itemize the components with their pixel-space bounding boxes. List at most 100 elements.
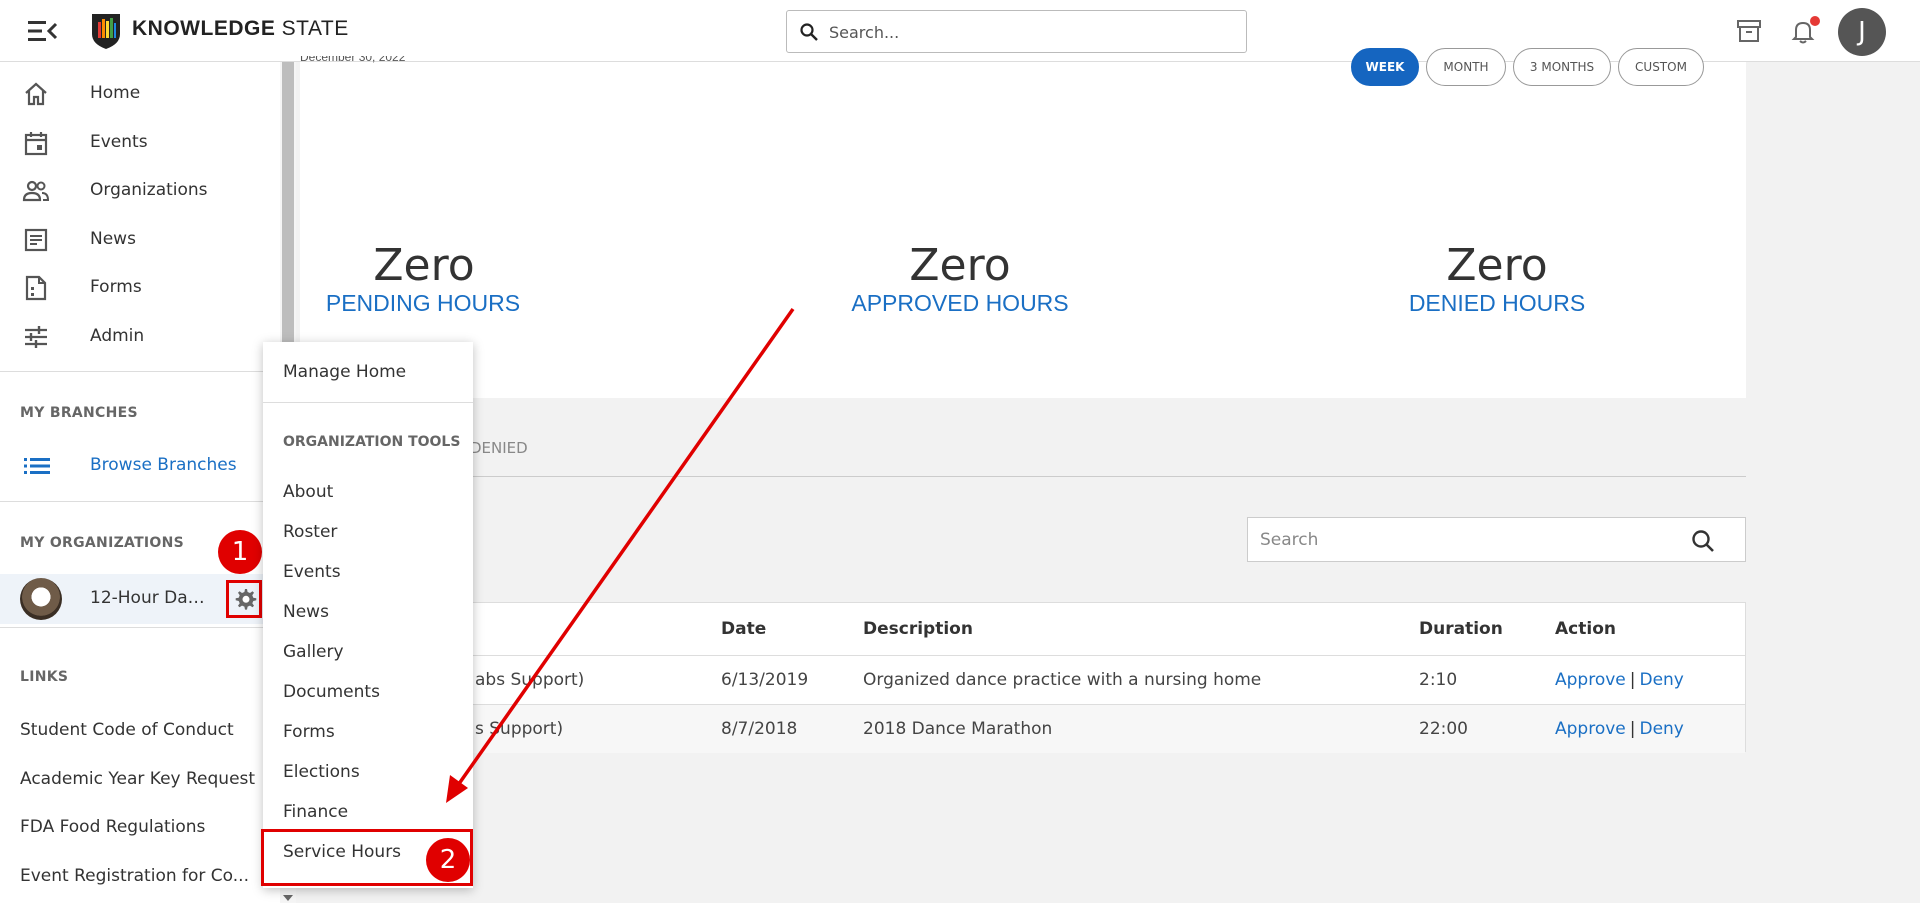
table-search[interactable] xyxy=(1247,517,1746,562)
menu-item-roster[interactable]: Roster xyxy=(283,522,337,542)
link-fda-food[interactable]: FDA Food Regulations xyxy=(20,817,260,837)
row-name-cell: s Support) xyxy=(475,719,564,739)
range-month-button[interactable]: MONTH xyxy=(1426,48,1506,86)
row-duration-cell: 22:00 xyxy=(1419,719,1468,739)
organization-avatar xyxy=(20,578,62,620)
sidebar-item-label: Organizations xyxy=(90,180,208,200)
sidebar-item-label: Events xyxy=(90,132,148,152)
action-separator: | xyxy=(1629,670,1636,690)
browse-branches-label: Browse Branches xyxy=(90,455,237,475)
range-week-button[interactable]: WEEK xyxy=(1351,48,1419,86)
row-description-cell: Organized dance practice with a nursing … xyxy=(863,670,1262,690)
brand-name[interactable]: KNOWLEDGE STATE xyxy=(132,17,349,41)
org-tools-heading: ORGANIZATION TOOLS xyxy=(283,434,461,450)
approve-link[interactable]: Approve xyxy=(1555,719,1626,739)
links-heading: LINKS xyxy=(20,669,69,685)
sidebar: Home Events Organizations News Forms Adm… xyxy=(0,62,280,903)
row-description-cell: 2018 Dance Marathon xyxy=(863,719,1053,739)
browse-branches-link[interactable]: Browse Branches xyxy=(0,446,280,486)
sidebar-item-label: Home xyxy=(90,83,141,103)
search-icon[interactable] xyxy=(1690,528,1716,554)
column-header-date: Date xyxy=(721,619,767,639)
row-name-cell: abs Support) xyxy=(475,670,585,690)
menu-divider xyxy=(263,402,473,403)
table-row: s Support) 8/7/2018 2018 Dance Marathon … xyxy=(301,704,1745,753)
global-search-input[interactable] xyxy=(829,19,1229,45)
user-avatar[interactable]: J xyxy=(1838,8,1886,56)
range-custom-button[interactable]: CUSTOM xyxy=(1618,48,1704,86)
forms-icon xyxy=(25,275,47,301)
organization-name: 12-Hour Dance Marathon xyxy=(90,588,215,608)
link-key-request[interactable]: Academic Year Key Request xyxy=(20,769,260,789)
my-organizations-heading: MY ORGANIZATIONS xyxy=(20,535,185,551)
step-badge-2: 2 xyxy=(426,838,470,882)
denied-hours-label: DENIED HOURS xyxy=(1408,290,1586,316)
tab-denied[interactable]: DENIED xyxy=(470,439,528,457)
row-duration-cell: 2:10 xyxy=(1419,670,1458,690)
deny-link[interactable]: Deny xyxy=(1639,670,1683,690)
row-date-cell: 6/13/2019 xyxy=(721,670,809,690)
action-separator: | xyxy=(1629,719,1636,739)
menu-item-forms[interactable]: Forms xyxy=(283,722,335,742)
search-icon xyxy=(800,23,818,41)
sidebar-divider xyxy=(0,627,280,628)
sidebar-item-organizations[interactable]: Organizations xyxy=(0,167,280,215)
menu-item-finance[interactable]: Finance xyxy=(283,802,348,822)
sidebar-item-label: Admin xyxy=(90,326,145,346)
brand-logo-icon[interactable] xyxy=(90,12,122,50)
column-header-action: Action xyxy=(1555,619,1616,639)
menu-item-news[interactable]: News xyxy=(283,602,329,622)
pending-hours-value: Zero xyxy=(373,240,475,291)
link-event-registration[interactable]: Event Registration for Co... xyxy=(20,866,260,886)
approve-link[interactable]: Approve xyxy=(1555,670,1626,690)
calendar-icon xyxy=(24,132,48,156)
sidebar-divider xyxy=(0,501,280,502)
gear-icon xyxy=(235,589,257,610)
tabs-underline xyxy=(300,476,1746,477)
org-tools-dropdown: Manage Home ORGANIZATION TOOLS About Ros… xyxy=(263,342,473,888)
menu-collapse-icon[interactable] xyxy=(28,19,58,43)
sidebar-item-forms[interactable]: Forms xyxy=(0,264,280,312)
org-settings-gear-button[interactable] xyxy=(226,580,262,618)
denied-hours-value: Zero xyxy=(1446,240,1548,291)
my-branches-heading: MY BRANCHES xyxy=(20,405,138,421)
global-search[interactable] xyxy=(786,10,1247,53)
menu-item-manage-home[interactable]: Manage Home xyxy=(283,362,406,382)
sidebar-divider xyxy=(0,371,280,372)
approved-hours-label: APPROVED HOURS xyxy=(851,290,1069,316)
home-icon xyxy=(25,82,47,106)
row-date-cell: 8/7/2018 xyxy=(721,719,798,739)
link-student-code[interactable]: Student Code of Conduct xyxy=(20,720,260,740)
step-badge-1: 1 xyxy=(218,530,262,574)
menu-item-gallery[interactable]: Gallery xyxy=(283,642,344,662)
news-icon xyxy=(24,228,48,252)
range-3-months-button[interactable]: 3 MONTHS xyxy=(1513,48,1611,86)
table-row: abs Support) 6/13/2019 Organized dance p… xyxy=(301,655,1745,704)
brand-bold: KNOWLEDGE xyxy=(132,17,276,40)
sidebar-item-events[interactable]: Events xyxy=(0,119,280,167)
sidebar-item-news[interactable]: News xyxy=(0,216,280,264)
archive-icon[interactable] xyxy=(1735,17,1763,45)
menu-item-documents[interactable]: Documents xyxy=(283,682,380,702)
sidebar-item-label: Forms xyxy=(90,277,142,297)
row-action-cell: Approve | Deny xyxy=(1555,719,1684,739)
brand-rest: STATE xyxy=(275,17,349,40)
list-icon xyxy=(24,458,50,474)
column-header-description: Description xyxy=(863,619,973,639)
menu-item-events[interactable]: Events xyxy=(283,562,341,582)
approved-hours-value: Zero xyxy=(909,240,1011,291)
sliders-icon xyxy=(25,326,47,348)
pending-hours-label: PENDING HOURS xyxy=(325,290,521,316)
people-icon xyxy=(22,180,50,202)
menu-item-elections[interactable]: Elections xyxy=(283,762,360,782)
sidebar-item-admin[interactable]: Admin xyxy=(0,313,280,361)
deny-link[interactable]: Deny xyxy=(1639,719,1683,739)
row-action-cell: Approve | Deny xyxy=(1555,670,1684,690)
sidebar-item-home[interactable]: Home xyxy=(0,70,280,118)
notification-dot xyxy=(1810,16,1820,26)
column-header-duration: Duration xyxy=(1419,619,1503,639)
menu-item-about[interactable]: About xyxy=(283,482,333,502)
hours-summary-card xyxy=(300,62,1746,398)
scroll-down-arrow-icon[interactable] xyxy=(283,895,293,901)
table-search-input[interactable] xyxy=(1260,527,1680,553)
